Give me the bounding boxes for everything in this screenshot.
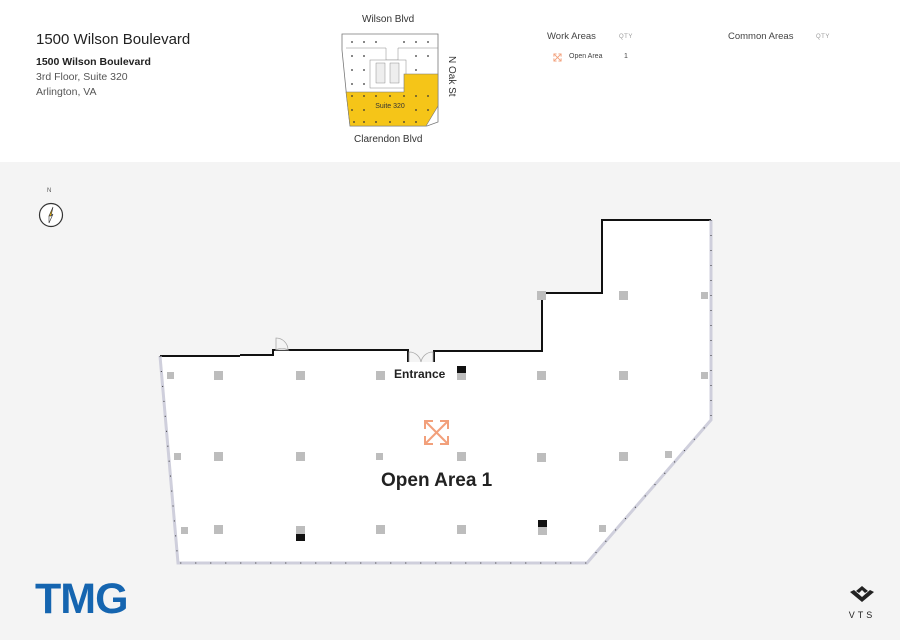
tenant-logo: TMG bbox=[35, 575, 129, 623]
area-label: Open Area 1 bbox=[381, 470, 493, 491]
entrance-label: Entrance bbox=[394, 367, 446, 381]
vts-logo: VTS bbox=[838, 585, 886, 620]
vts-logo-text: VTS bbox=[848, 610, 876, 620]
entrance-door-right bbox=[420, 351, 434, 363]
entrance-door-left bbox=[408, 351, 422, 363]
vts-logo-icon bbox=[850, 586, 874, 602]
floor-plan bbox=[158, 219, 713, 565]
floor-area bbox=[160, 220, 711, 563]
door bbox=[274, 348, 290, 351]
